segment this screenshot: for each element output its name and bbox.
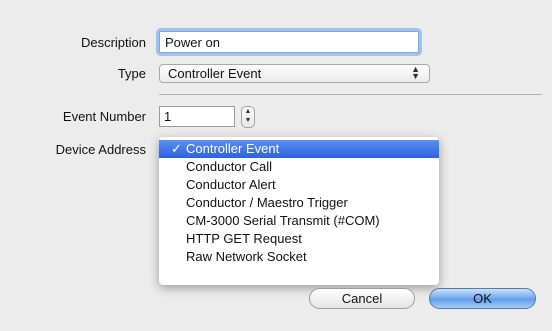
separator	[159, 94, 542, 95]
event-number-label: Event Number	[62, 109, 146, 124]
type-popup-value: Controller Event	[168, 66, 262, 81]
menu-item-http-get[interactable]: HTTP GET Request	[159, 230, 439, 248]
menu-item-conductor-call[interactable]: Conductor Call	[159, 158, 439, 176]
updown-arrows-icon: ▲ ▼	[411, 64, 420, 81]
checkmark-icon: ✓	[171, 141, 182, 156]
device-address-label: Device Address	[55, 142, 146, 157]
type-popup[interactable]: Controller Event ▲ ▼	[159, 64, 430, 83]
menu-item-raw-socket[interactable]: Raw Network Socket	[159, 248, 439, 266]
event-dialog: Description Power on Type Controller Eve…	[0, 0, 552, 331]
type-label: Type	[117, 66, 146, 81]
menu-item-label: HTTP GET Request	[186, 231, 302, 246]
menu-item-conductor-alert[interactable]: Conductor Alert	[159, 176, 439, 194]
menu-item-label: Raw Network Socket	[186, 249, 307, 264]
menu-item-serial-transmit[interactable]: CM-3000 Serial Transmit (#COM)	[159, 212, 439, 230]
menu-item-label: Conductor Call	[186, 159, 272, 174]
ok-button[interactable]: OK	[429, 288, 536, 309]
description-label: Description	[80, 35, 146, 50]
stepper-down-icon[interactable]: ▼	[242, 116, 254, 125]
event-number-field[interactable]: 1	[159, 106, 235, 127]
menu-item-label: Conductor Alert	[186, 177, 276, 192]
menu-item-maestro-trigger[interactable]: Conductor / Maestro Trigger	[159, 194, 439, 212]
stepper-up-icon[interactable]: ▲	[242, 107, 254, 116]
event-number-stepper[interactable]: ▲ ▼	[241, 106, 255, 128]
description-field[interactable]: Power on	[159, 31, 419, 53]
menu-item-controller-event[interactable]: ✓ Controller Event	[159, 140, 439, 158]
cancel-button[interactable]: Cancel	[309, 288, 415, 309]
device-address-menu[interactable]: ✓ Controller Event Conductor Call Conduc…	[159, 137, 439, 285]
menu-item-label: Conductor / Maestro Trigger	[186, 195, 348, 210]
menu-item-label: CM-3000 Serial Transmit (#COM)	[186, 213, 380, 228]
menu-item-label: Controller Event	[186, 141, 280, 156]
